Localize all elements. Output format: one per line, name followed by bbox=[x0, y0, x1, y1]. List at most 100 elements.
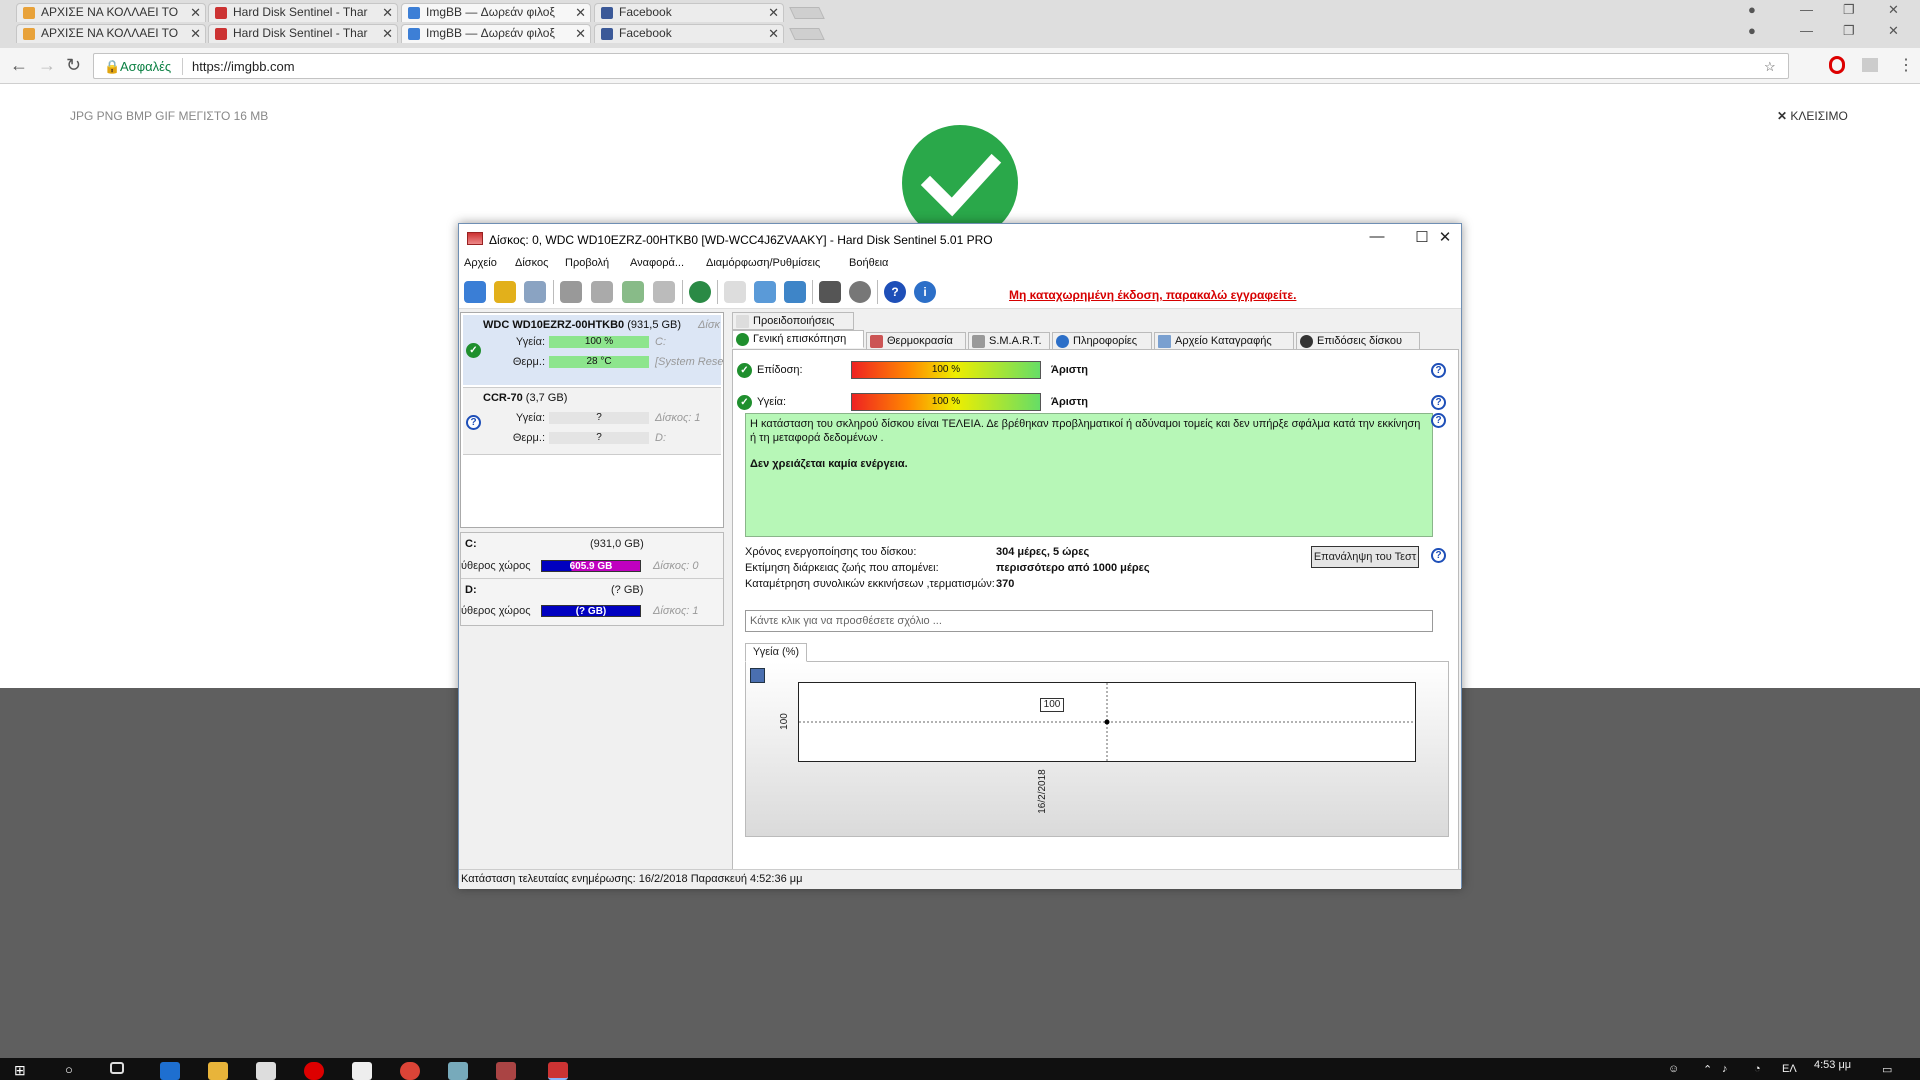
tab-health-chart[interactable]: Υγεία (%) bbox=[745, 643, 807, 662]
restore-button[interactable]: ❐ bbox=[1843, 23, 1855, 39]
browser-tab[interactable]: ImgBB — Δωρεάν φιλοξ ✕ bbox=[401, 3, 591, 22]
bookmark-star-icon[interactable]: ☆ bbox=[1764, 59, 1776, 75]
satellite-check-icon[interactable] bbox=[622, 281, 644, 303]
network-icon[interactable] bbox=[784, 281, 806, 303]
help-icon[interactable]: ? bbox=[884, 281, 906, 303]
chrome-icon[interactable] bbox=[400, 1062, 420, 1080]
browser-tab[interactable]: ImgBB — Δωρεάν φιλοξ ✕ bbox=[401, 24, 591, 43]
clock[interactable]: 4:53 μμ bbox=[1814, 1059, 1851, 1071]
opera-icon[interactable] bbox=[304, 1062, 324, 1080]
tab-log[interactable]: Αρχείο Καταγραφής bbox=[1154, 332, 1294, 350]
minimize-button[interactable]: — bbox=[1362, 228, 1392, 245]
browser-tab[interactable]: Hard Disk Sentinel - Thar ✕ bbox=[208, 3, 398, 22]
tab-overview[interactable]: Γενική επισκόπηση bbox=[732, 330, 864, 348]
close-window-button[interactable]: ✕ bbox=[1888, 2, 1899, 18]
satellite-icon[interactable] bbox=[653, 281, 675, 303]
browser-tab[interactable]: Hard Disk Sentinel - Thar ✕ bbox=[208, 24, 398, 43]
close-button[interactable]: ✕ bbox=[1430, 228, 1460, 246]
url-text[interactable]: https://imgbb.com bbox=[192, 59, 295, 74]
search-icon[interactable]: ○ bbox=[65, 1062, 85, 1080]
help-icon[interactable]: ? bbox=[1431, 548, 1446, 563]
back-icon[interactable]: ← bbox=[10, 55, 28, 76]
menu-file[interactable]: Αρχείο bbox=[464, 257, 497, 269]
minimize-button[interactable]: — bbox=[1800, 23, 1813, 38]
alert-icon[interactable] bbox=[494, 281, 516, 303]
volume-item[interactable]: D: (? GB) ύθερος χώρος (? GB) Δίσκος: 1 bbox=[461, 580, 723, 626]
disk-item[interactable]: CCR-70 (3,7 GB) ? Υγεία: ? Δίσκος: 1 Θερ… bbox=[463, 387, 721, 455]
close-tab-icon[interactable]: ✕ bbox=[382, 25, 393, 42]
notification-icon[interactable]: ▭ bbox=[1882, 1063, 1892, 1076]
help-icon[interactable]: ? bbox=[1431, 363, 1446, 378]
opera-extension-icon[interactable] bbox=[1829, 56, 1845, 74]
app-icon[interactable] bbox=[496, 1062, 516, 1080]
close-tab-icon[interactable]: ✕ bbox=[190, 4, 201, 21]
monitor-icon[interactable] bbox=[819, 281, 841, 303]
info-label: Χρόνος ενεργοποίησης του δίσκου: bbox=[745, 546, 917, 558]
tab-smart[interactable]: S.M.A.R.T. bbox=[968, 332, 1050, 350]
folder-icon[interactable] bbox=[208, 1062, 228, 1080]
close-tab-icon[interactable]: ✕ bbox=[575, 4, 586, 21]
extension-icon[interactable] bbox=[1862, 58, 1878, 72]
new-tab-button[interactable] bbox=[789, 7, 825, 19]
help-icon[interactable]: ? bbox=[1431, 413, 1446, 428]
close-tab-icon[interactable]: ✕ bbox=[190, 25, 201, 42]
register-link[interactable]: Μη καταχωρημένη έκδοση, παρακαλώ εγγραφε… bbox=[1009, 288, 1296, 302]
hds-taskbar-icon[interactable] bbox=[548, 1062, 568, 1080]
disk-icon[interactable] bbox=[524, 281, 546, 303]
globe-icon[interactable] bbox=[689, 281, 711, 303]
browser-tab[interactable]: ΑΡΧΙΣΕ ΝΑ ΚΟΛΛΑΕΙ ΤΟ ✕ bbox=[16, 24, 206, 43]
menu-icon[interactable]: ⋮ bbox=[1898, 55, 1914, 75]
network-icon[interactable]: ◔ bbox=[1754, 1063, 1761, 1075]
info-icon[interactable]: i bbox=[914, 281, 936, 303]
disk-item-selected[interactable]: WDC WD10EZRZ-00HTKB0 (931,5 GB) Δίσκ ✓ Υ… bbox=[463, 315, 723, 385]
browser-tab[interactable]: ΑΡΧΙΣΕ ΝΑ ΚΟΛΛΑΕΙ ΤΟ ✕ bbox=[16, 3, 206, 22]
satellite-icon[interactable] bbox=[591, 281, 613, 303]
comment-field[interactable]: Κάντε κλικ για να προσθέσετε σχόλιο ... bbox=[745, 610, 1433, 632]
close-tab-icon[interactable]: ✕ bbox=[768, 4, 779, 21]
new-tab-button[interactable] bbox=[789, 28, 825, 40]
app-icon[interactable] bbox=[448, 1062, 468, 1080]
mail-icon[interactable] bbox=[352, 1062, 372, 1080]
browser-tab[interactable]: Facebook ✕ bbox=[594, 24, 784, 43]
menu-disk[interactable]: Δίσκος bbox=[515, 257, 548, 269]
close-tab-icon[interactable]: ✕ bbox=[768, 25, 779, 42]
restore-button[interactable]: ❐ bbox=[1843, 2, 1855, 18]
retest-button[interactable]: Επανάληψη του Τεστ bbox=[1311, 546, 1419, 568]
tab-temperature[interactable]: Θερμοκρασία bbox=[866, 332, 966, 350]
help-icon[interactable]: ? bbox=[1431, 395, 1446, 410]
reload-icon[interactable]: ↻ bbox=[66, 55, 81, 76]
profile-icon[interactable]: ● bbox=[1748, 2, 1756, 17]
browser-tab[interactable]: Facebook ✕ bbox=[594, 3, 784, 22]
menu-configuration[interactable]: Διαμόρφωση/Ρυθμίσεις bbox=[706, 257, 820, 269]
menu-help[interactable]: Βοήθεια bbox=[849, 257, 888, 269]
satellite-icon[interactable] bbox=[560, 281, 582, 303]
sync-icon[interactable] bbox=[754, 281, 776, 303]
window-titlebar[interactable]: Δίσκος: 0, WDC WD10EZRZ-00HTKB0 [WD-WCC4… bbox=[459, 224, 1461, 254]
minimize-button[interactable]: — bbox=[1800, 2, 1813, 17]
volume-icon[interactable]: ♪ bbox=[1722, 1063, 1728, 1075]
address-bar[interactable]: 🔒 Ασφαλές https://imgbb.com ☆ bbox=[93, 53, 1789, 79]
document-icon[interactable] bbox=[724, 281, 746, 303]
menu-view[interactable]: Προβολή bbox=[565, 257, 609, 269]
task-view-icon[interactable] bbox=[110, 1062, 124, 1074]
close-tab-icon[interactable]: ✕ bbox=[575, 25, 586, 42]
edge-icon[interactable] bbox=[160, 1062, 180, 1080]
tab-disk-performance[interactable]: Επιδόσεις δίσκου bbox=[1296, 332, 1420, 350]
tab-information[interactable]: Πληροφορίες bbox=[1052, 332, 1152, 350]
language-indicator[interactable]: ΕΛ bbox=[1782, 1063, 1797, 1075]
chevron-up-icon[interactable]: ⌃ bbox=[1703, 1063, 1712, 1076]
tab-warnings[interactable]: Προειδοποιήσεις bbox=[732, 312, 854, 330]
speaker-icon[interactable] bbox=[849, 281, 871, 303]
close-tab-icon[interactable]: ✕ bbox=[382, 4, 393, 21]
save-icon[interactable] bbox=[750, 668, 765, 683]
close-window-button[interactable]: ✕ bbox=[1888, 23, 1899, 39]
profile-icon[interactable]: ● bbox=[1748, 23, 1756, 38]
refresh-icon[interactable] bbox=[464, 281, 486, 303]
volume-item[interactable]: C: (931,0 GB) ύθερος χώρος 605.9 GB Δίσκ… bbox=[461, 533, 723, 579]
close-upload-button[interactable]: ✕ ΚΛΕΙΣΙΜΟ bbox=[1777, 109, 1848, 123]
store-icon[interactable] bbox=[256, 1062, 276, 1080]
people-icon[interactable]: ☺ bbox=[1668, 1063, 1679, 1075]
menu-report[interactable]: Αναφορά... bbox=[630, 257, 684, 269]
forward-icon[interactable]: → bbox=[38, 55, 56, 76]
windows-start-icon[interactable]: ⊞ bbox=[14, 1062, 34, 1080]
